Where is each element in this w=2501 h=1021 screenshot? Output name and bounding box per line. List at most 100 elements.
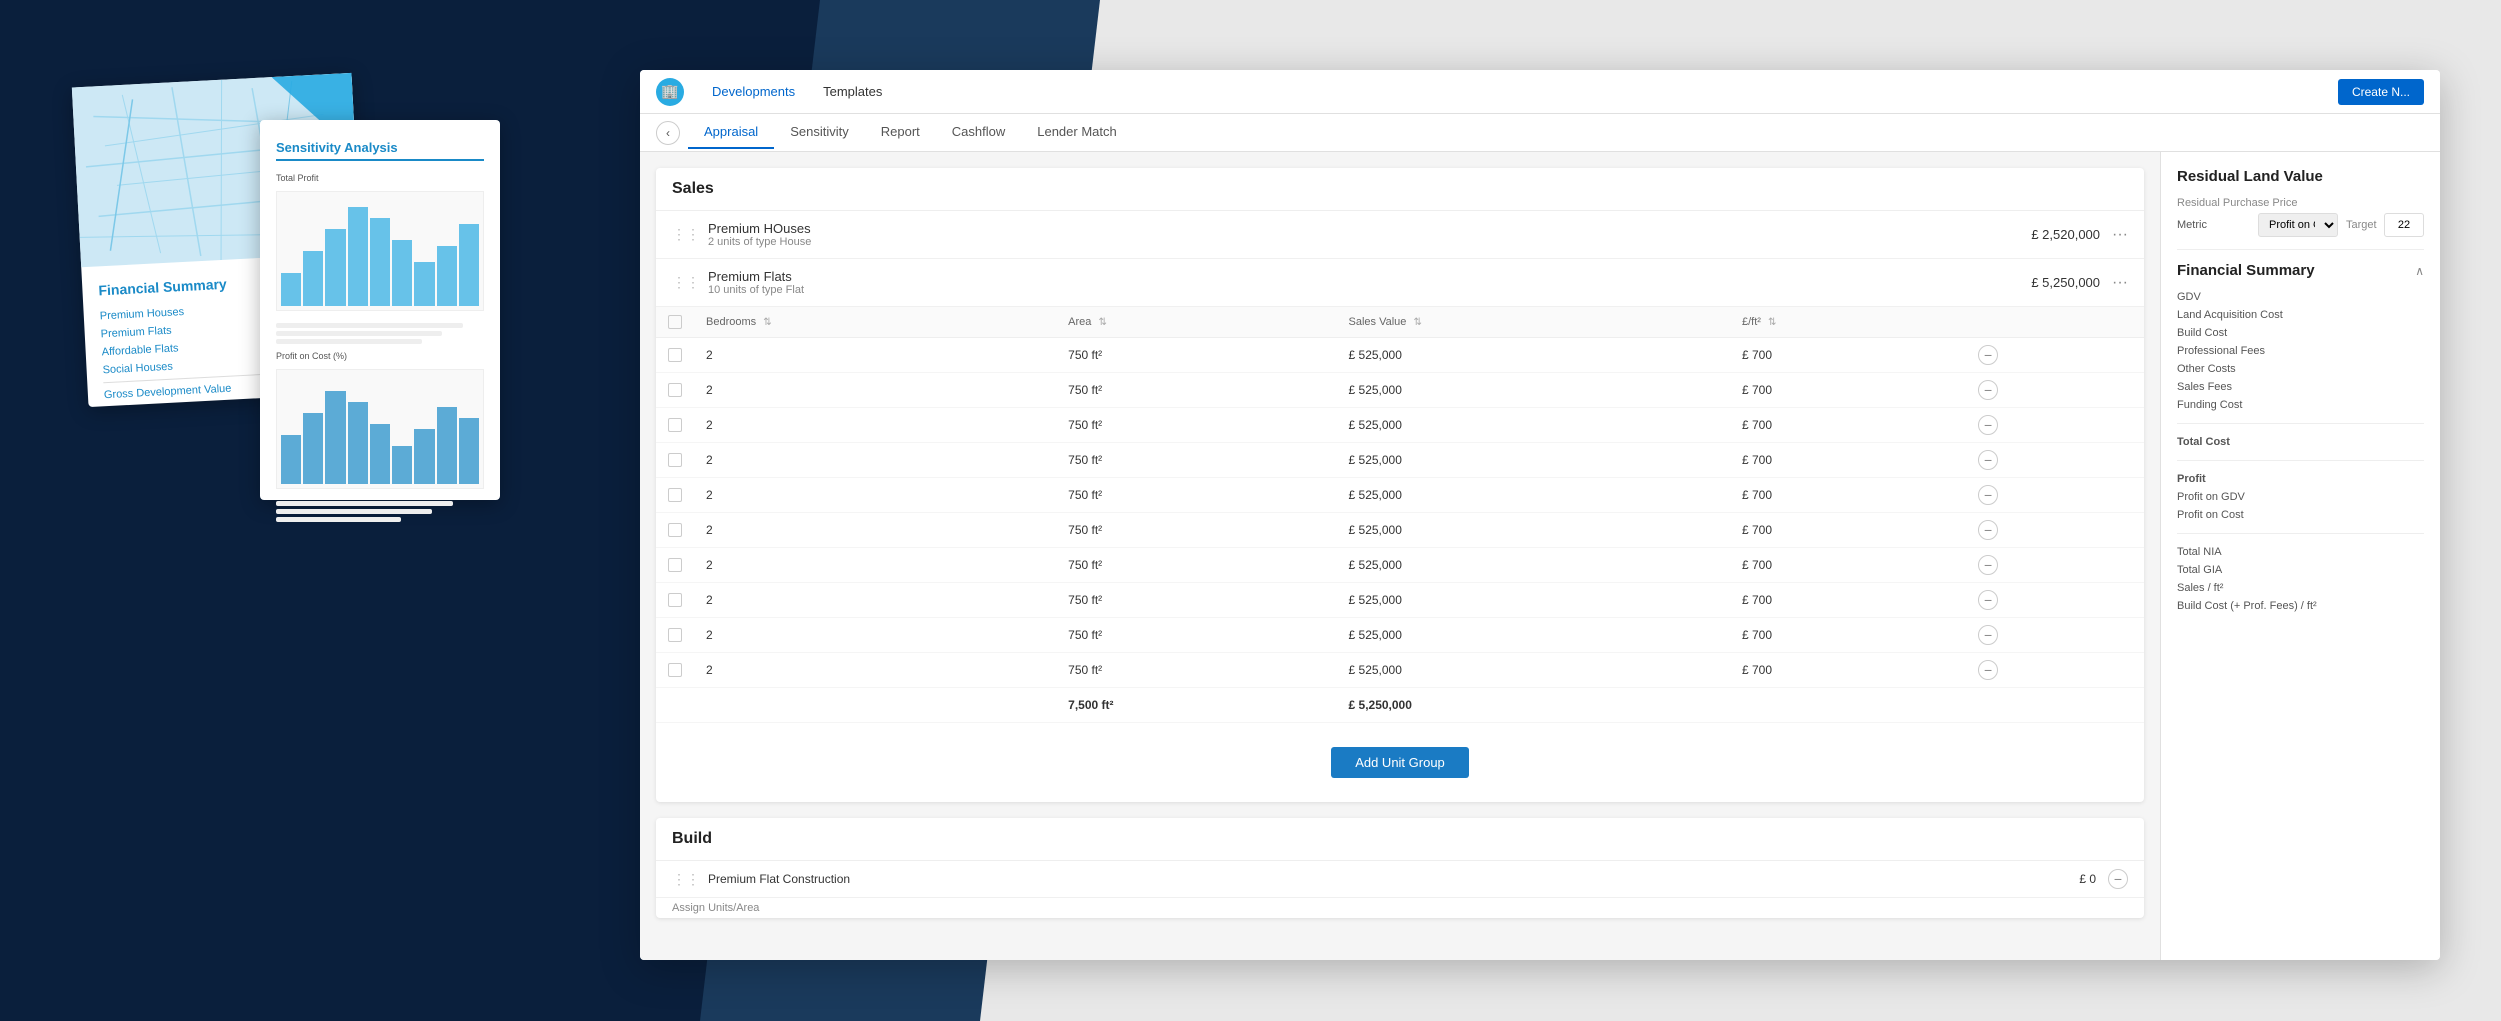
metric-select[interactable]: Profit on GDV (%) <box>2258 213 2338 237</box>
tab-sensitivity[interactable]: Sensitivity <box>774 116 865 149</box>
units-table: Bedrooms ⇅ Area ⇅ Sales Value ⇅ <box>656 307 2144 723</box>
fin-other-row: Other Costs <box>2177 363 2424 375</box>
fin-gdv-row: GDV <box>2177 291 2424 303</box>
row-area-2: 750 ft² <box>1056 408 1336 443</box>
row-checkbox-6[interactable] <box>668 558 682 572</box>
select-all-checkbox[interactable] <box>668 315 682 329</box>
row-price-ft-0: £ 700 <box>1730 338 1966 373</box>
table-row: 2 750 ft² £ 525,000 £ 700 − <box>656 443 2144 478</box>
target-input[interactable] <box>2384 213 2424 237</box>
fin-build-cost-ft-row: Build Cost (+ Prof. Fees) / ft² <box>2177 600 2424 612</box>
sens-bar2-2 <box>303 413 323 485</box>
row-sales-value-8: £ 525,000 <box>1337 618 1730 653</box>
row-remove-btn-8[interactable]: − <box>1978 625 1998 645</box>
sensitivity-subtitle-2: Profit on Cost (%) <box>276 351 484 361</box>
row-checkbox-0[interactable] <box>668 348 682 362</box>
totals-sales-value: £ 5,250,000 <box>1337 688 1730 723</box>
row-remove-btn-0[interactable]: − <box>1978 345 1998 365</box>
metric-label: Metric <box>2177 219 2250 231</box>
fin-prof-label: Professional Fees <box>2177 345 2265 357</box>
premium-flats-value: £ 5,250,000 <box>2031 275 2100 290</box>
row-checkbox-cell <box>656 513 694 548</box>
sidebar-divider-1 <box>2177 249 2424 250</box>
row-checkbox-cell <box>656 583 694 618</box>
sort-area-icon[interactable]: ⇅ <box>1098 317 1106 328</box>
row-remove-btn-4[interactable]: − <box>1978 485 1998 505</box>
construction-remove-btn[interactable]: − <box>2108 869 2128 889</box>
build-section-header: Build <box>656 818 2144 861</box>
premium-flats-menu[interactable]: ··· <box>2112 274 2128 292</box>
row-remove-btn-7[interactable]: − <box>1978 590 1998 610</box>
sens-bar2-8 <box>437 407 457 484</box>
collapse-button[interactable]: ∧ <box>2415 264 2424 278</box>
premium-flats-group[interactable]: ⋮⋮ Premium Flats 10 units of type Flat £… <box>656 259 2144 307</box>
row-checkbox-cell <box>656 373 694 408</box>
row-sales-value-4: £ 525,000 <box>1337 478 1730 513</box>
row-checkbox-2[interactable] <box>668 418 682 432</box>
table-row: 2 750 ft² £ 525,000 £ 700 − <box>656 548 2144 583</box>
nav-tab-templates[interactable]: Templates <box>811 80 894 103</box>
sens-bar-2 <box>303 251 323 306</box>
row-remove-btn-3[interactable]: − <box>1978 450 1998 470</box>
construction-row: ⋮⋮ Premium Flat Construction £ 0 − <box>656 861 2144 898</box>
row-sales-value-1: £ 525,000 <box>1337 373 1730 408</box>
row-bedrooms-5: 2 <box>694 513 1056 548</box>
row-price-ft-8: £ 700 <box>1730 618 1966 653</box>
tab-appraisal[interactable]: Appraisal <box>688 116 774 149</box>
create-button[interactable]: Create N... <box>2338 79 2424 105</box>
sort-sales-icon[interactable]: ⇅ <box>1413 317 1421 328</box>
sort-price-icon[interactable]: ⇅ <box>1768 317 1776 328</box>
construction-name: Premium Flat Construction <box>708 872 2079 886</box>
add-unit-group-button[interactable]: Add Unit Group <box>1331 747 1469 778</box>
sens-bar2-4 <box>348 402 368 485</box>
row-checkbox-7[interactable] <box>668 593 682 607</box>
fin-funding-row: Funding Cost <box>2177 399 2424 411</box>
residual-label: Residual Purchase Price <box>2177 197 2424 209</box>
premium-houses-value: £ 2,520,000 <box>2031 227 2100 242</box>
row-bedrooms-7: 2 <box>694 583 1056 618</box>
fin-prof-row: Professional Fees <box>2177 345 2424 357</box>
row-remove-btn-9[interactable]: − <box>1978 660 1998 680</box>
build-section-card: Build ⋮⋮ Premium Flat Construction £ 0 −… <box>656 818 2144 918</box>
sensitivity-title: Sensitivity Analysis <box>276 140 484 155</box>
sens-bar-1 <box>281 273 301 306</box>
row-checkbox-5[interactable] <box>668 523 682 537</box>
row-bedrooms-4: 2 <box>694 478 1056 513</box>
main-nav-tabs: Developments Templates <box>700 80 894 103</box>
row-area-9: 750 ft² <box>1056 653 1336 688</box>
sensitivity-content: Sensitivity Analysis Total Profit <box>260 120 500 549</box>
row-checkbox-8[interactable] <box>668 628 682 642</box>
row-remove-btn-5[interactable]: − <box>1978 520 1998 540</box>
premium-houses-group[interactable]: ⋮⋮ Premium HOuses 2 units of type House … <box>656 211 2144 259</box>
row-price-ft-9: £ 700 <box>1730 653 1966 688</box>
fin-land-row: Land Acquisition Cost <box>2177 309 2424 321</box>
financial-summary-sidebar-title: Financial Summary <box>2177 262 2315 279</box>
table-row: 2 750 ft² £ 525,000 £ 700 − <box>656 618 2144 653</box>
row-checkbox-3[interactable] <box>668 453 682 467</box>
back-button[interactable]: ‹ <box>656 121 680 145</box>
sub-navigation: ‹ Appraisal Sensitivity Report Cashflow … <box>640 114 2440 152</box>
row-checkbox-1[interactable] <box>668 383 682 397</box>
drag-handle-icon-2: ⋮⋮ <box>672 274 700 291</box>
sensitivity-bars <box>277 192 483 310</box>
row-checkbox-4[interactable] <box>668 488 682 502</box>
tab-lender-match[interactable]: Lender Match <box>1021 116 1133 149</box>
nav-tab-developments[interactable]: Developments <box>700 80 807 103</box>
tab-cashflow[interactable]: Cashflow <box>936 116 1021 149</box>
totals-row: 7,500 ft² £ 5,250,000 <box>656 688 2144 723</box>
row-action-1: − <box>1966 373 2144 408</box>
sens-bar-4 <box>348 207 368 306</box>
premium-houses-menu[interactable]: ··· <box>2112 226 2128 244</box>
fin-profit-gdv-row: Profit on GDV <box>2177 491 2424 503</box>
tab-report[interactable]: Report <box>865 116 936 149</box>
row-remove-btn-1[interactable]: − <box>1978 380 1998 400</box>
sort-bedrooms-icon[interactable]: ⇅ <box>763 317 771 328</box>
row-remove-btn-6[interactable]: − <box>1978 555 1998 575</box>
fin-other-label: Other Costs <box>2177 363 2236 375</box>
row-checkbox-9[interactable] <box>668 663 682 677</box>
row-remove-btn-2[interactable]: − <box>1978 415 1998 435</box>
row-price-ft-6: £ 700 <box>1730 548 1966 583</box>
sales-section-header: Sales <box>656 168 2144 211</box>
row-checkbox-cell <box>656 548 694 583</box>
row-action-6: − <box>1966 548 2144 583</box>
